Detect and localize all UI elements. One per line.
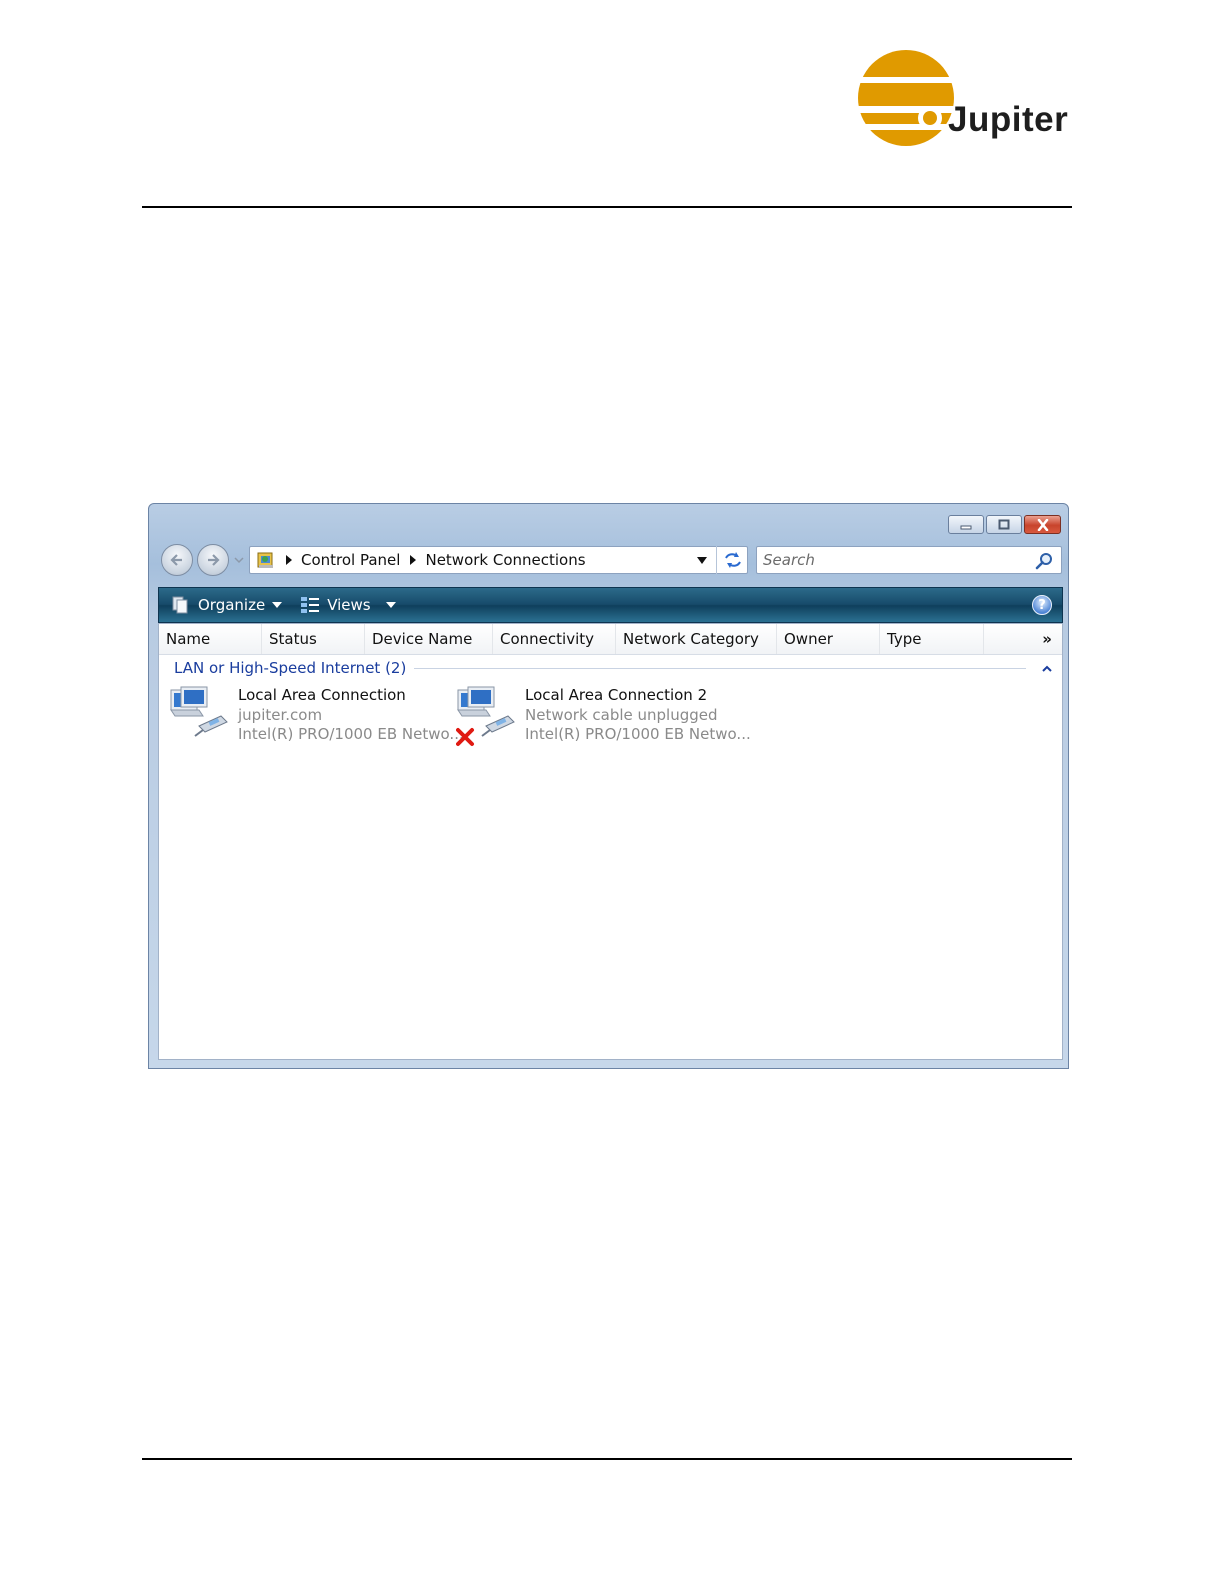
caption-buttons: [948, 515, 1061, 534]
search-icon[interactable]: [1035, 552, 1053, 570]
maximize-button[interactable]: [986, 515, 1022, 534]
address-history-chevron-down-icon[interactable]: [697, 557, 707, 564]
breadcrumb-network-connections[interactable]: Network Connections: [425, 551, 585, 569]
organize-icon: [172, 596, 188, 614]
group-divider: [414, 667, 1026, 669]
search-box: [756, 546, 1062, 574]
search-input[interactable]: [763, 551, 1023, 569]
breadcrumb-control-panel[interactable]: Control Panel: [301, 551, 400, 569]
column-headers: Name Status Device Name Connectivity Net…: [159, 624, 1062, 655]
organize-label: Organize: [198, 596, 266, 614]
column-header-connectivity[interactable]: Connectivity: [493, 624, 616, 654]
forward-arrow-icon: [208, 554, 220, 566]
connection-status: Network cable unplugged: [525, 705, 718, 724]
views-label: Views: [327, 596, 371, 614]
chevron-down-icon: [385, 602, 396, 608]
control-panel-icon: [257, 552, 273, 568]
refresh-icon: [724, 552, 741, 568]
network-connection-icon: [170, 686, 228, 737]
back-arrow-icon: [170, 554, 182, 566]
back-button[interactable]: [161, 544, 193, 576]
views-icon: [301, 597, 320, 613]
chevron-up-icon[interactable]: [1040, 665, 1054, 672]
connection-status: jupiter.com: [238, 705, 323, 724]
chevron-down-icon: [272, 602, 283, 608]
views-button[interactable]: Views: [300, 596, 396, 614]
group-title: LAN or High-Speed Internet (2): [174, 659, 407, 677]
minimize-button[interactable]: [948, 515, 984, 534]
network-connection-disconnected-icon: [456, 686, 515, 746]
group-header[interactable]: LAN or High-Speed Internet (2): [174, 658, 1054, 678]
column-header-owner[interactable]: Owner: [777, 624, 880, 654]
column-header-status[interactable]: Status: [262, 624, 365, 654]
column-header-device-name[interactable]: Device Name: [365, 624, 493, 654]
column-header-network-category[interactable]: Network Category: [616, 624, 777, 654]
refresh-button[interactable]: [716, 546, 748, 574]
close-icon: [1037, 518, 1048, 531]
column-header-type[interactable]: Type: [880, 624, 984, 654]
network-connections-window: Control Panel Network Connections Organi…: [148, 503, 1069, 1069]
connection-name: Local Area Connection 2: [525, 686, 708, 704]
organize-button[interactable]: Organize: [171, 595, 283, 615]
minimize-icon: [960, 525, 972, 529]
column-header-name[interactable]: Name: [159, 624, 262, 654]
content-pane: Name Status Device Name Connectivity Net…: [158, 623, 1063, 1060]
connection-tile-local-area-connection[interactable]: Local Area Connection jupiter.com Intel(…: [169, 686, 464, 750]
close-button[interactable]: [1024, 515, 1061, 534]
connection-tile-local-area-connection-2[interactable]: Local Area Connection 2 Network cable un…: [456, 686, 751, 750]
connection-text: Local Area Connection 2 Network cable un…: [525, 686, 751, 745]
connection-device: Intel(R) PRO/1000 EB Netwo...: [525, 725, 751, 743]
help-button[interactable]: ?: [1032, 595, 1052, 615]
command-bar: Organize Views ?: [158, 587, 1063, 623]
logo-wordmark: Jupiter: [948, 100, 1069, 139]
breadcrumb-separator-icon: [410, 555, 417, 565]
address-bar[interactable]: Control Panel Network Connections: [249, 546, 748, 574]
connection-device: Intel(R) PRO/1000 EB Netwo...: [238, 725, 464, 743]
connection-text: Local Area Connection jupiter.com Intel(…: [238, 686, 464, 745]
forward-button[interactable]: [197, 544, 229, 576]
recent-pages-chevron-down-icon[interactable]: [234, 556, 244, 564]
footer-rule: [142, 1458, 1072, 1460]
connection-name: Local Area Connection: [238, 686, 406, 704]
header-rule: [142, 206, 1072, 208]
breadcrumb-separator-icon: [286, 555, 292, 565]
maximize-icon: [998, 519, 1010, 529]
more-columns-button[interactable]: »: [984, 624, 1062, 654]
